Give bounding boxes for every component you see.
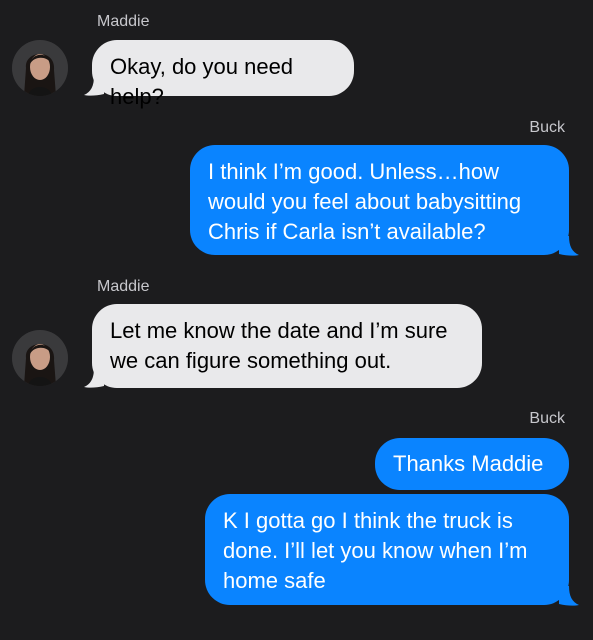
sender-name-maddie: Maddie [97, 278, 150, 295]
message-bubble-outgoing[interactable]: I think I’m good. Unless…how would you f… [190, 145, 569, 255]
avatar-maddie-photo [12, 40, 68, 96]
avatar-maddie-photo [12, 330, 68, 386]
sender-name-maddie: Maddie [97, 13, 150, 30]
sender-name-buck: Buck [529, 410, 565, 427]
message-thread: Maddie Okay, do you need help? Buck I th… [0, 0, 593, 640]
message-bubble-incoming[interactable]: Okay, do you need help? [92, 40, 354, 109]
avatar-maddie[interactable] [12, 330, 68, 386]
message-bubble-incoming[interactable]: Let me know the date and I’m sure we can… [92, 304, 482, 388]
sender-name-buck: Buck [529, 119, 565, 136]
message-bubble-outgoing[interactable]: Thanks Maddie [375, 438, 569, 490]
message-bubble-outgoing[interactable]: K I gotta go I think the truck is done. … [205, 494, 569, 605]
avatar-maddie[interactable] [12, 40, 68, 96]
